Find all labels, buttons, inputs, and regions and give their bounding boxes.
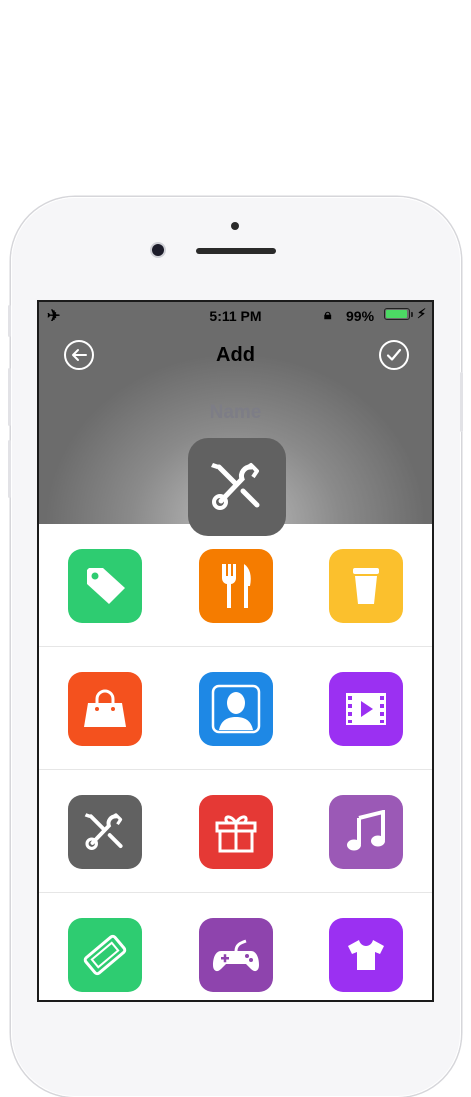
category-option-games[interactable] bbox=[199, 918, 273, 992]
done-button[interactable] bbox=[379, 340, 409, 370]
page-title: Add bbox=[216, 344, 255, 366]
battery-icon bbox=[384, 308, 410, 320]
orientation-lock-icon: 🔒︎ bbox=[324, 306, 332, 322]
category-option-gift[interactable] bbox=[199, 795, 273, 869]
category-option-ticket[interactable] bbox=[68, 918, 142, 992]
tools-icon bbox=[211, 463, 260, 510]
gamepad-icon bbox=[213, 939, 259, 972]
ticket-icon bbox=[83, 934, 127, 976]
mute-switch bbox=[8, 305, 11, 337]
power-button bbox=[460, 372, 463, 432]
fork-knife-icon bbox=[222, 564, 251, 608]
name-input[interactable]: Name bbox=[39, 402, 432, 424]
tag-icon bbox=[87, 568, 125, 604]
cup-icon bbox=[353, 568, 379, 604]
battery-percent: 99% bbox=[346, 308, 375, 324]
status-bar: ✈ 5:11 PM 🔒︎ 99% ⚡︎ bbox=[39, 302, 432, 328]
gift-icon bbox=[215, 815, 257, 853]
tshirt-icon bbox=[348, 940, 384, 970]
category-option-drink[interactable] bbox=[329, 549, 403, 623]
music-note-icon bbox=[347, 810, 385, 851]
icon-row bbox=[39, 647, 432, 770]
volume-up-button bbox=[8, 368, 11, 426]
battery-tip bbox=[411, 312, 413, 317]
category-option-shopping[interactable] bbox=[68, 672, 142, 746]
category-option-movie[interactable] bbox=[329, 672, 403, 746]
icon-row bbox=[39, 524, 432, 647]
selected-category-icon[interactable] bbox=[188, 438, 286, 536]
category-option-clothing[interactable] bbox=[329, 918, 403, 992]
charging-bolt-icon: ⚡︎ bbox=[417, 306, 427, 321]
person-icon bbox=[211, 684, 261, 734]
app-screen: ✈ 5:11 PM 🔒︎ 99% ⚡︎ Add Name bbox=[37, 300, 434, 1002]
category-option-tools[interactable] bbox=[68, 795, 142, 869]
category-option-food[interactable] bbox=[199, 549, 273, 623]
proximity-sensor bbox=[231, 222, 239, 230]
shopping-bag-icon bbox=[84, 689, 126, 727]
category-option-tag[interactable] bbox=[68, 549, 142, 623]
category-option-music[interactable] bbox=[329, 795, 403, 869]
category-option-person[interactable] bbox=[199, 672, 273, 746]
tools-icon bbox=[84, 813, 123, 850]
earpiece-speaker bbox=[196, 248, 276, 254]
icon-row bbox=[39, 770, 432, 893]
icon-grid bbox=[39, 524, 432, 1000]
film-icon bbox=[346, 693, 386, 725]
front-camera bbox=[152, 244, 164, 256]
checkmark-circle-icon bbox=[386, 348, 402, 361]
icon-row bbox=[39, 893, 432, 1000]
volume-down-button bbox=[8, 440, 11, 498]
